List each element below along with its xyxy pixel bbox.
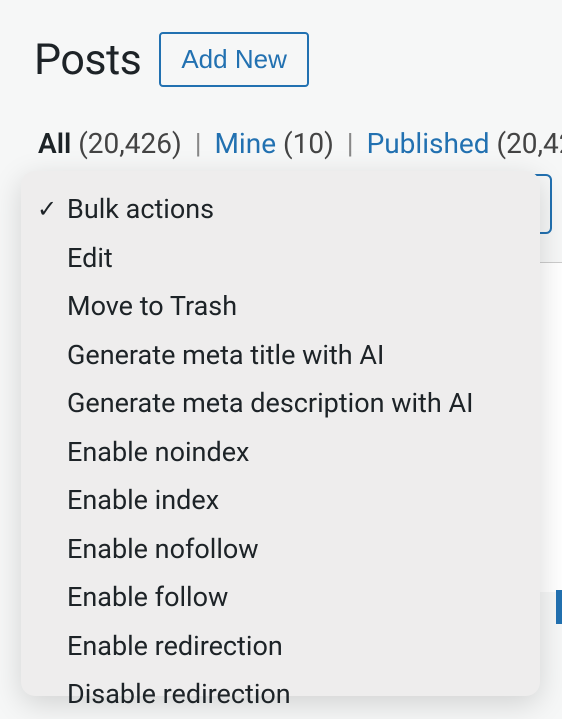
dropdown-item-enable-redirection[interactable]: Enable redirection — [21, 622, 540, 671]
filter-separator: | — [195, 127, 202, 160]
dropdown-item-enable-nofollow[interactable]: Enable nofollow — [21, 525, 540, 574]
filter-published-link[interactable]: Published — [367, 127, 490, 160]
filter-row: All (20,426) | Mine (10) | Published (20… — [0, 87, 562, 160]
dropdown-item-enable-index[interactable]: Enable index — [21, 476, 540, 525]
dropdown-item-disable-redirection[interactable]: Disable redirection — [21, 670, 540, 719]
filter-mine-link[interactable]: Mine — [214, 127, 276, 160]
dropdown-item-bulk-actions[interactable]: ✓ Bulk actions — [21, 185, 540, 234]
dropdown-item-enable-follow[interactable]: Enable follow — [21, 573, 540, 622]
bulk-actions-dropdown[interactable]: ✓ Bulk actions Edit Move to Trash Genera… — [21, 171, 540, 696]
dropdown-item-generate-meta-title[interactable]: Generate meta title with AI — [21, 331, 540, 380]
link-edge — [556, 590, 562, 624]
add-new-button[interactable]: Add New — [159, 32, 309, 87]
dropdown-item-enable-noindex[interactable]: Enable noindex — [21, 428, 540, 477]
dropdown-item-move-to-trash[interactable]: Move to Trash — [21, 282, 540, 331]
page-title: Posts — [34, 35, 141, 85]
dropdown-item-generate-meta-description[interactable]: Generate meta description with AI — [21, 379, 540, 428]
filter-all-label[interactable]: All — [38, 127, 71, 160]
dropdown-item-edit[interactable]: Edit — [21, 234, 540, 283]
filter-separator: | — [347, 127, 354, 160]
check-icon: ✓ — [37, 191, 67, 227]
